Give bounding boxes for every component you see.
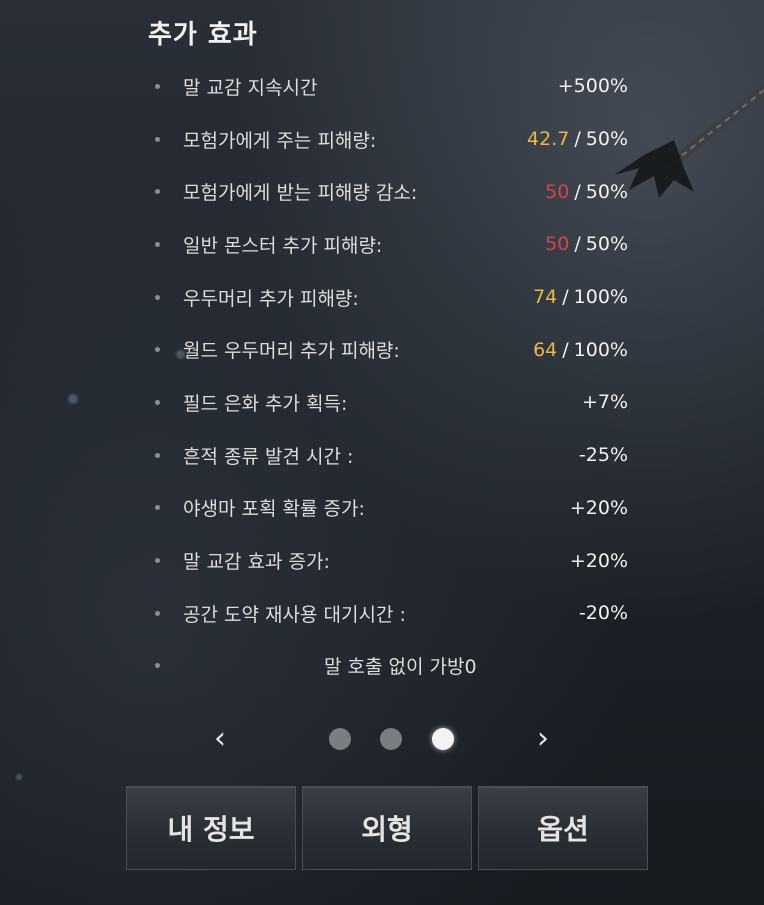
bullet-icon (155, 83, 160, 89)
value-separator: / (562, 286, 569, 309)
effect-label: 모험가에게 받는 피해량 감소: (183, 182, 418, 205)
effect-max-value: 50% (585, 233, 628, 256)
effect-row: 월드 우두머리 추가 피해량: 64/100% (150, 323, 628, 376)
effect-row: 모험가에게 주는 피해량: 42.7/50% (150, 113, 628, 166)
effect-row: 우두머리 추가 피해량: 74/100% (150, 271, 628, 324)
effect-label: 말 교감 효과 증가: (183, 551, 330, 574)
effect-label: 말 교감 지속시간 (183, 76, 318, 99)
bottom-button-bar: 내 정보 외형 옵션 (126, 786, 648, 870)
appearance-button[interactable]: 외형 (302, 786, 472, 870)
effect-row: 모험가에게 받는 피해량 감소: 50/50% (150, 165, 628, 218)
effect-value: 64/100% (533, 339, 628, 361)
page-dot-3-active[interactable] (432, 728, 454, 750)
effect-row: 말 교감 효과 증가: +20% (150, 534, 628, 587)
effect-row: 일반 몬스터 추가 피해량: 50/50% (150, 218, 628, 271)
effect-value: 50/50% (545, 233, 628, 255)
effect-current-value: 74 (533, 286, 558, 309)
effect-label: 모험가에게 주는 피해량: (183, 129, 377, 152)
effect-row: 말 교감 지속시간 +500% (150, 60, 628, 113)
effect-current-value: 64 (533, 338, 558, 361)
bullet-icon (155, 294, 160, 300)
bullet-icon (155, 558, 160, 564)
bullet-icon (155, 189, 160, 195)
value-separator: / (574, 128, 581, 151)
effect-value: +7% (581, 391, 628, 414)
bullet-icon (155, 241, 160, 247)
options-button[interactable]: 옵션 (478, 786, 648, 870)
value-separator: / (574, 233, 581, 256)
bullet-icon (155, 136, 160, 142)
effect-label: 흔적 종류 발견 시간 : (183, 445, 354, 468)
value-separator: / (562, 338, 569, 361)
effect-max-value: 50% (585, 180, 628, 203)
bullet-icon (155, 610, 160, 616)
decorative-lance-icon (614, 85, 764, 198)
effect-list: 말 교감 지속시간 +500% 모험가에게 주는 피해량: 42.7/50% 모험가에게… (150, 60, 628, 692)
effect-value: -25% (578, 444, 628, 467)
page-dot-2[interactable] (380, 728, 402, 750)
effect-row: 야생마 포획 확률 증가: +20% (150, 482, 628, 535)
effect-value: +20% (569, 549, 628, 572)
effect-label: 월드 우두머리 추가 피해량: (183, 340, 400, 363)
effect-max-value: 100% (573, 338, 628, 361)
effect-value: 42.7/50% (527, 128, 628, 150)
effect-value: 74/100% (533, 286, 628, 308)
prev-page-arrow-icon[interactable]: ‹ (214, 722, 226, 756)
effect-label: 일반 몬스터 추가 피해량: (183, 234, 383, 257)
effect-label: 우두머리 추가 피해량: (183, 287, 359, 310)
effect-current-value: 50 (545, 180, 570, 203)
effect-row: 필드 은화 추가 획득: +7% (150, 376, 628, 429)
page-navigator: ‹ › (0, 718, 764, 762)
effect-label: 필드 은화 추가 획득: (183, 392, 348, 415)
effect-current-value: 50 (545, 233, 570, 256)
effect-row: 흔적 종류 발견 시간 : -25% (150, 429, 628, 482)
effect-label: 말 호출 없이 가방0 (324, 656, 477, 679)
effect-row: 말 호출 없이 가방0 (150, 640, 628, 693)
effect-label: 야생마 포획 확률 증가: (183, 498, 365, 521)
effect-value: +500% (557, 75, 628, 98)
effect-value: 50/50% (545, 181, 628, 203)
value-separator: / (574, 180, 581, 203)
my-info-button[interactable]: 내 정보 (126, 786, 296, 870)
background-speck (68, 394, 78, 404)
bullet-icon (155, 399, 160, 405)
effect-row: 공간 도약 재사용 대기시간 : -20% (150, 587, 628, 640)
effect-label: 공간 도약 재사용 대기시간 : (183, 603, 406, 626)
next-page-arrow-icon[interactable]: › (537, 722, 549, 756)
background-speck (16, 774, 22, 780)
bullet-icon (155, 452, 160, 458)
bullet-icon (155, 505, 160, 511)
bullet-icon (155, 347, 160, 353)
section-title: 추가 효과 (148, 20, 258, 50)
page-dot-1[interactable] (329, 728, 351, 750)
effect-max-value: 100% (573, 286, 628, 309)
effect-value: +20% (569, 496, 628, 519)
effect-max-value: 50% (585, 128, 628, 151)
bullet-icon (155, 663, 160, 669)
effect-value: -20% (578, 602, 628, 625)
effect-current-value: 42.7 (527, 128, 570, 151)
